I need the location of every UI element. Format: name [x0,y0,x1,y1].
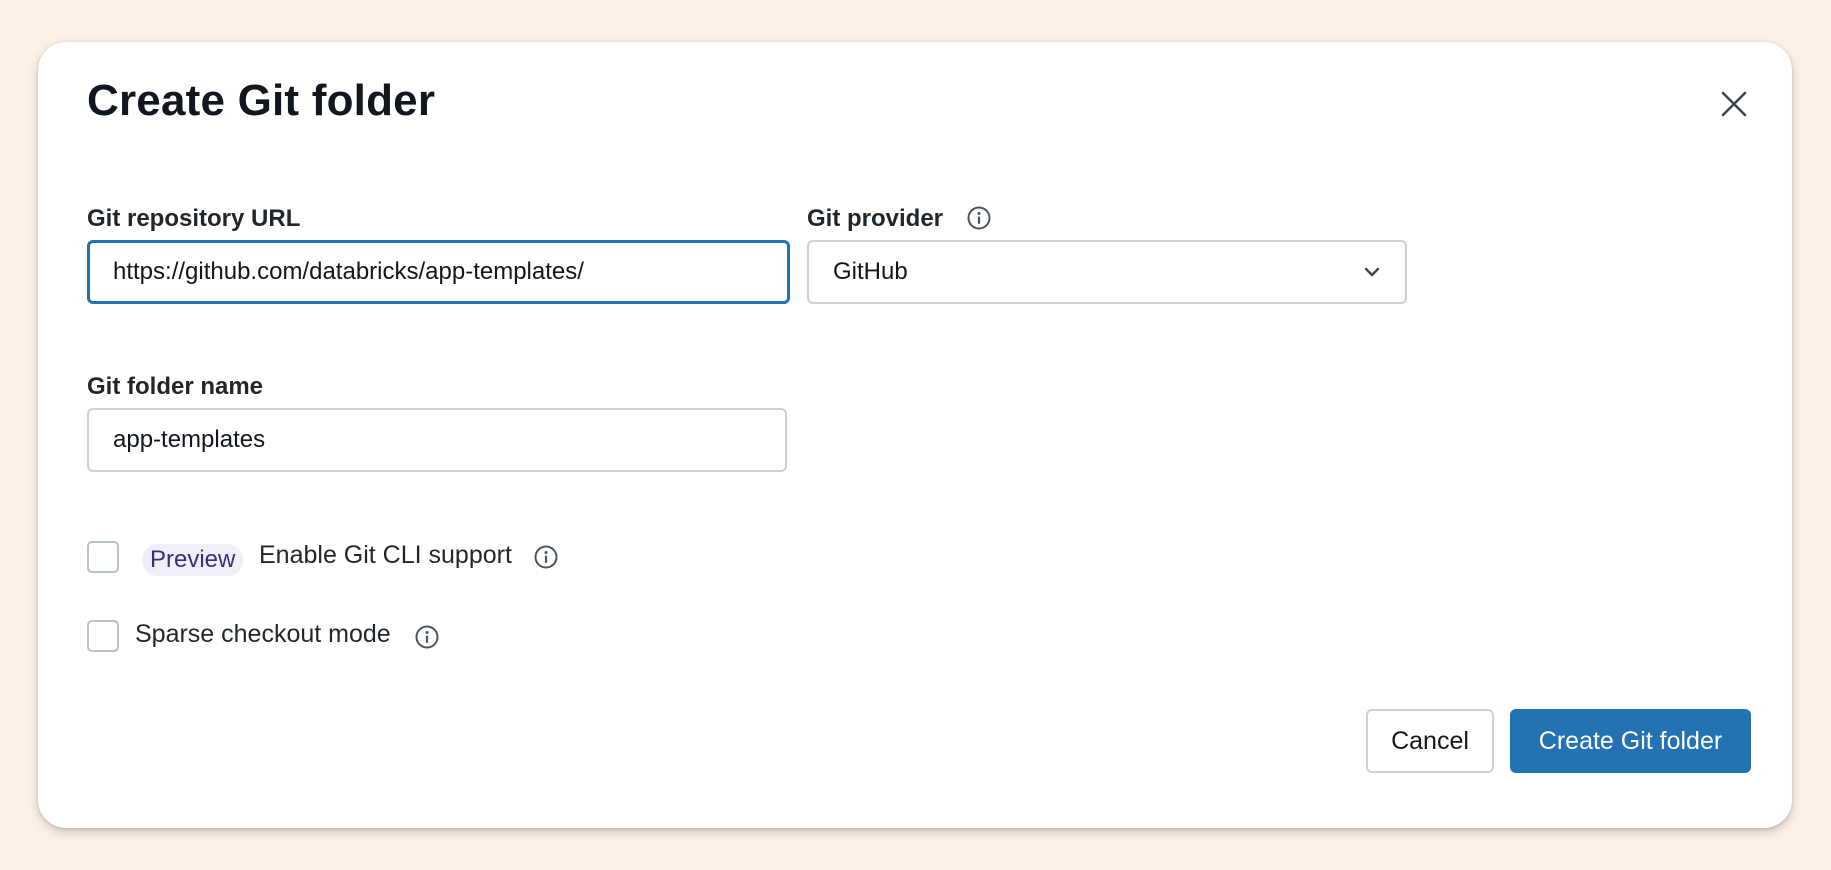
git-cli-checkbox[interactable] [87,541,119,573]
preview-badge: Preview [142,544,244,576]
git-provider-label: Git provider [807,205,944,232]
git-cli-label[interactable]: Enable Git CLI support [259,541,512,570]
sparse-checkout-label[interactable]: Sparse checkout mode [135,620,391,649]
create-git-folder-dialog: Create Git folder Git repository URL Git… [38,42,1792,828]
create-git-folder-button[interactable]: Create Git folder [1510,709,1751,773]
cancel-button[interactable]: Cancel [1366,709,1494,773]
git-provider-selected-value: GitHub [833,258,908,285]
folder-name-input[interactable] [87,408,787,472]
sparse-checkout-checkbox[interactable] [87,620,119,652]
info-icon[interactable] [414,624,440,650]
repo-url-label: Git repository URL [87,205,301,232]
repo-url-input[interactable] [87,240,790,304]
info-icon[interactable] [966,205,992,231]
info-icon[interactable] [533,544,559,570]
close-icon [1721,91,1747,117]
close-button[interactable] [1712,82,1756,126]
dialog-title: Create Git folder [87,76,436,125]
chevron-down-icon [1364,267,1380,277]
folder-name-label: Git folder name [87,373,264,400]
git-provider-select[interactable]: GitHub [807,240,1407,304]
